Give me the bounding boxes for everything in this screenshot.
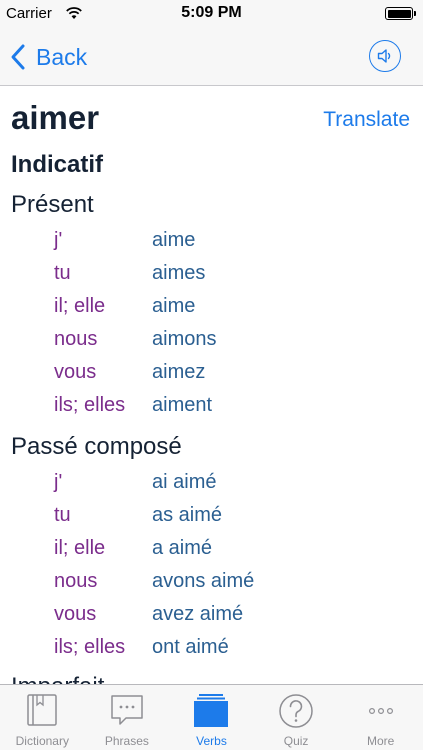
conjugation-row: tu as aimé xyxy=(0,504,423,537)
conjugation-row: nous avons aimé xyxy=(0,570,423,603)
verb-form: ont aimé xyxy=(152,636,229,658)
pronoun: ils; elles xyxy=(54,636,126,658)
conjugation-row: vous avez aimé xyxy=(0,603,423,636)
pronoun: nous xyxy=(54,328,98,350)
conjugation-row: vous aimez xyxy=(0,361,423,394)
question-icon xyxy=(279,694,313,728)
tense-title: Passé composé xyxy=(11,433,182,460)
verb-form: ai aimé xyxy=(152,471,217,493)
conjugation-row: j' aime xyxy=(0,229,423,262)
pronoun: j' xyxy=(54,471,63,493)
verb-form: aimez xyxy=(152,361,206,383)
conjugation-row: j' ai aimé xyxy=(0,471,423,504)
cards-icon xyxy=(194,694,229,727)
tab-label: Dictionary xyxy=(15,734,69,748)
conjugation-row: nous aimons xyxy=(0,328,423,361)
verb-form: avons aimé xyxy=(152,570,255,592)
pronoun: vous xyxy=(54,361,97,383)
conjugation-row: il; elle aime xyxy=(0,295,423,328)
conjugation-row: il; elle a aimé xyxy=(0,537,423,570)
speaker-icon xyxy=(377,49,391,63)
more-icon xyxy=(368,708,393,715)
verb-infinitive: aimer xyxy=(11,99,100,136)
tab-phrases[interactable]: Phrases xyxy=(85,685,170,750)
pronoun: j' xyxy=(54,229,63,251)
speaker-button[interactable] xyxy=(369,40,401,72)
verb-form: aime xyxy=(152,295,196,317)
tab-bar: Dictionary Phrases Verbs Quiz More xyxy=(0,684,423,750)
tab-more[interactable]: More xyxy=(338,685,423,750)
verb-form: as aimé xyxy=(152,504,223,526)
tab-dictionary[interactable]: Dictionary xyxy=(0,685,85,750)
speech-bubble-icon xyxy=(111,695,143,725)
verb-form: aimons xyxy=(152,328,217,350)
status-bar: Carrier 5:09 PM xyxy=(0,0,423,28)
book-icon xyxy=(27,694,58,726)
translate-button[interactable]: Translate xyxy=(323,108,410,132)
verb-form: a aimé xyxy=(152,537,213,559)
tab-label: Verbs xyxy=(196,734,227,748)
chevron-left-icon xyxy=(11,44,25,70)
verb-form: avez aimé xyxy=(152,603,244,625)
pronoun: tu xyxy=(54,262,71,284)
conjugation-row: ils; elles aiment xyxy=(0,394,423,427)
status-time: 5:09 PM xyxy=(181,4,242,21)
conjugation-row: ils; elles ont aimé xyxy=(0,636,423,669)
tab-verbs[interactable]: Verbs xyxy=(169,685,254,750)
verb-form: aime xyxy=(152,229,196,251)
verb-form: aiment xyxy=(152,394,213,416)
back-label: Back xyxy=(36,43,88,70)
tense-title: Présent xyxy=(11,191,94,218)
conjugation-content[interactable]: aimer Translate Indicatif Présent j' aim… xyxy=(0,87,423,684)
pronoun: vous xyxy=(54,603,97,625)
battery-icon xyxy=(385,7,416,20)
pronoun: il; elle xyxy=(54,537,106,559)
conjugation-row: tu aimes xyxy=(0,262,423,295)
navigation-bar: Back xyxy=(0,28,423,86)
tense-title: Imparfait xyxy=(11,673,104,684)
back-button[interactable]: Back xyxy=(10,40,87,74)
pronoun: ils; elles xyxy=(54,394,126,416)
mood-title: Indicatif xyxy=(11,151,104,178)
pronoun: tu xyxy=(54,504,71,526)
tab-label: More xyxy=(367,734,395,748)
pronoun: il; elle xyxy=(54,295,106,317)
verb-form: aimes xyxy=(152,262,206,284)
pronoun: nous xyxy=(54,570,98,592)
tab-label: Phrases xyxy=(104,734,149,748)
tab-label: Quiz xyxy=(283,734,309,748)
tab-quiz[interactable]: Quiz xyxy=(254,685,339,750)
